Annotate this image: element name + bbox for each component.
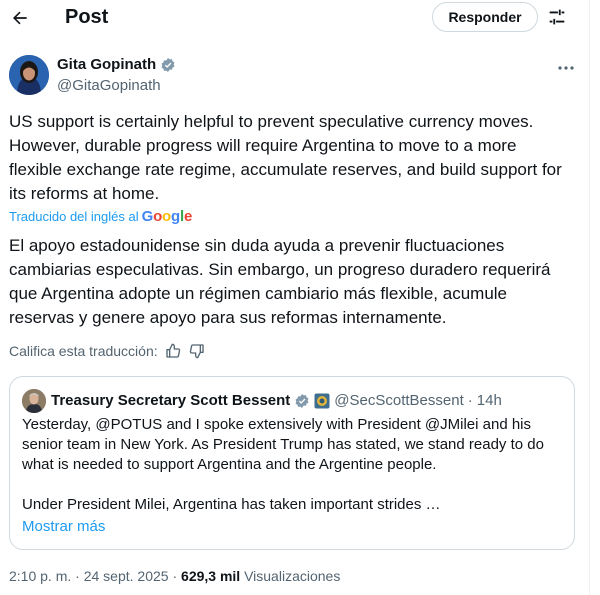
- views-count: 629,3 mil: [181, 568, 241, 584]
- quote-paragraph-2: Under President Milei, Argentina has tak…: [22, 496, 441, 513]
- rate-translation-row: Califica esta traducción:: [9, 342, 206, 360]
- google-logo: Google: [141, 208, 193, 225]
- quote-separator: ·: [467, 392, 473, 409]
- government-seal-icon: [314, 393, 330, 409]
- page-title: Post: [65, 6, 109, 28]
- translated-by-label: Traducido del inglés al: [9, 209, 139, 224]
- quote-author-handle: @SecScottBessent: [334, 392, 464, 409]
- back-button[interactable]: [8, 6, 32, 30]
- sliders-icon[interactable]: [546, 6, 568, 28]
- rate-translation-label: Califica esta traducción:: [9, 343, 158, 359]
- author-name[interactable]: Gita Gopinath: [57, 56, 176, 74]
- quoted-tweet-card[interactable]: Treasury Secretary Scott Bessent @SecSco…: [9, 376, 575, 550]
- quote-author-avatar: [22, 389, 46, 413]
- reply-button[interactable]: Responder: [432, 2, 538, 32]
- meta-separator-2: ·: [172, 568, 178, 584]
- top-bar: Post Responder: [0, 0, 590, 36]
- quote-header: Treasury Secretary Scott Bessent @SecSco…: [51, 391, 502, 411]
- column-divider: [589, 0, 590, 595]
- meta-separator: ·: [75, 568, 80, 584]
- post-date[interactable]: 24 sept. 2025: [84, 568, 169, 584]
- thumbs-down-icon[interactable]: [188, 342, 206, 360]
- quote-author-name: Treasury Secretary Scott Bessent: [51, 392, 291, 409]
- post-meta: 2:10 p. m. · 24 sept. 2025 · 629,3 mil V…: [9, 566, 340, 586]
- translation-text: El apoyo estadounidense sin duda ayuda a…: [9, 236, 551, 327]
- views-label: Visualizaciones: [244, 568, 341, 584]
- post-time[interactable]: 2:10 p. m.: [9, 568, 71, 584]
- more-options-icon[interactable]: [556, 60, 576, 70]
- verified-badge-icon: [295, 394, 309, 408]
- show-more-link[interactable]: Mostrar más: [22, 517, 105, 537]
- thumbs-up-icon[interactable]: [164, 342, 182, 360]
- author-handle[interactable]: @GitaGopinath: [57, 77, 161, 95]
- arrow-left-icon: [13, 11, 27, 25]
- translation-attribution[interactable]: Traducido del inglés al Google: [9, 208, 192, 226]
- tweet-text: US support is certainly helpful to preve…: [9, 112, 562, 203]
- quote-text: Yesterday, @POTUS and I spoke extensivel…: [22, 415, 567, 515]
- quote-paragraph-1: Yesterday, @POTUS and I spoke extensivel…: [22, 416, 544, 473]
- author-avatar[interactable]: [9, 55, 49, 95]
- quote-time: 14h: [476, 392, 502, 409]
- verified-badge-icon: [161, 58, 175, 72]
- author-name-text: Gita Gopinath: [57, 56, 157, 73]
